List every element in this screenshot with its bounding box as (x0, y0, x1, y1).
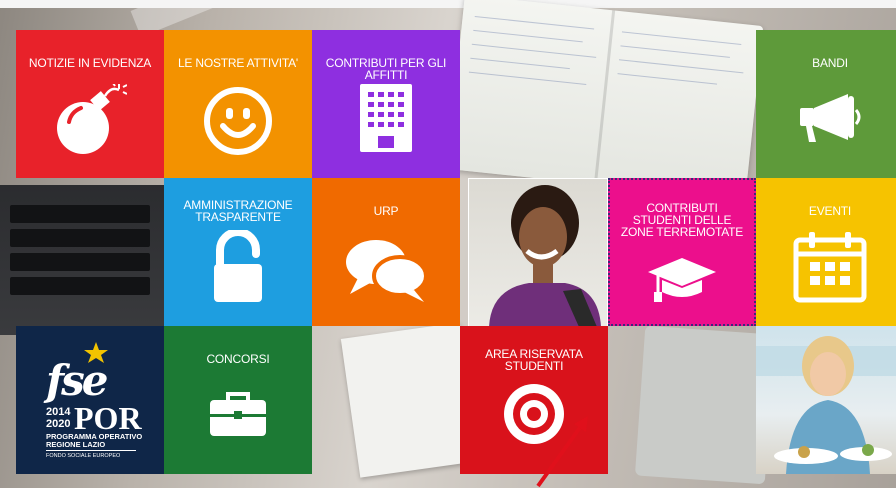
tile-concorsi[interactable]: CONCORSI (164, 326, 312, 474)
tile-label: BANDI (812, 56, 848, 70)
student-girl-photo (468, 178, 608, 328)
tile-label: CONTRIBUTI STUDENTI DELLE ZONE TERREMOTA… (620, 201, 744, 239)
fse-line2: REGIONE LAZIO (46, 440, 106, 449)
tile-label: LE NOSTRE ATTIVITA' (177, 56, 299, 70)
chat-bubbles-icon (346, 240, 428, 302)
tile-notizie-in-evidenza[interactable]: NOTIZIE IN EVIDENZA (16, 30, 164, 178)
tablet-image (634, 325, 776, 485)
fse-mark: fse (46, 356, 108, 405)
tile-bandi[interactable]: BANDI (756, 30, 896, 178)
megaphone-icon (800, 94, 861, 142)
fse-years-top: 2014 (46, 406, 71, 418)
smiley-icon (204, 87, 272, 155)
building-icon (360, 84, 412, 152)
fse-divider (46, 450, 136, 451)
tile-label: NOTIZIE IN EVIDENZA (28, 56, 152, 70)
open-book-image (446, 0, 764, 201)
tile-label: CONCORSI (206, 352, 270, 366)
fse-footer: FONDO SOCIALE EUROPEO (46, 453, 121, 459)
fse-years-bottom: 2020 (46, 418, 71, 430)
tile-label: AMMINISTRAZIONE TRASPARENTE (183, 198, 293, 224)
tile-label: EVENTI (808, 204, 852, 218)
tile-eventi[interactable]: EVENTI (756, 178, 896, 326)
tile-contributi-terremotate[interactable]: CONTRIBUTI STUDENTI DELLE ZONE TERREMOTA… (608, 178, 756, 326)
tile-label: URP (373, 204, 399, 218)
tile-label: CONTRIBUTI PER GLI AFFITTI (325, 56, 447, 82)
pointer-arrow (536, 416, 588, 488)
briefcase-icon (210, 392, 266, 436)
notebook-image (340, 322, 480, 478)
laptop-keyboard-image (0, 185, 165, 335)
tile-contributi-affitti[interactable]: CONTRIBUTI PER GLI AFFITTI (312, 30, 460, 178)
tile-urp[interactable]: URP (312, 178, 460, 326)
fse-por-lazio-logo: fse 2014 2020 POR PROGRAMMA OPERATIVO RE… (16, 326, 164, 474)
tile-amministrazione-trasparente[interactable]: AMMINISTRAZIONE TRASPARENTE (164, 178, 312, 326)
graduation-cap-icon (648, 258, 716, 302)
tile-le-nostre-attivita[interactable]: LE NOSTRE ATTIVITA' (164, 30, 312, 178)
calendar-icon (793, 232, 867, 303)
tile-label: AREA RISERVATA STUDENTI (485, 347, 583, 373)
unlock-icon (214, 230, 262, 302)
top-bar (0, 0, 896, 8)
bomb-icon (57, 84, 127, 154)
student-eating-photo (756, 326, 896, 474)
